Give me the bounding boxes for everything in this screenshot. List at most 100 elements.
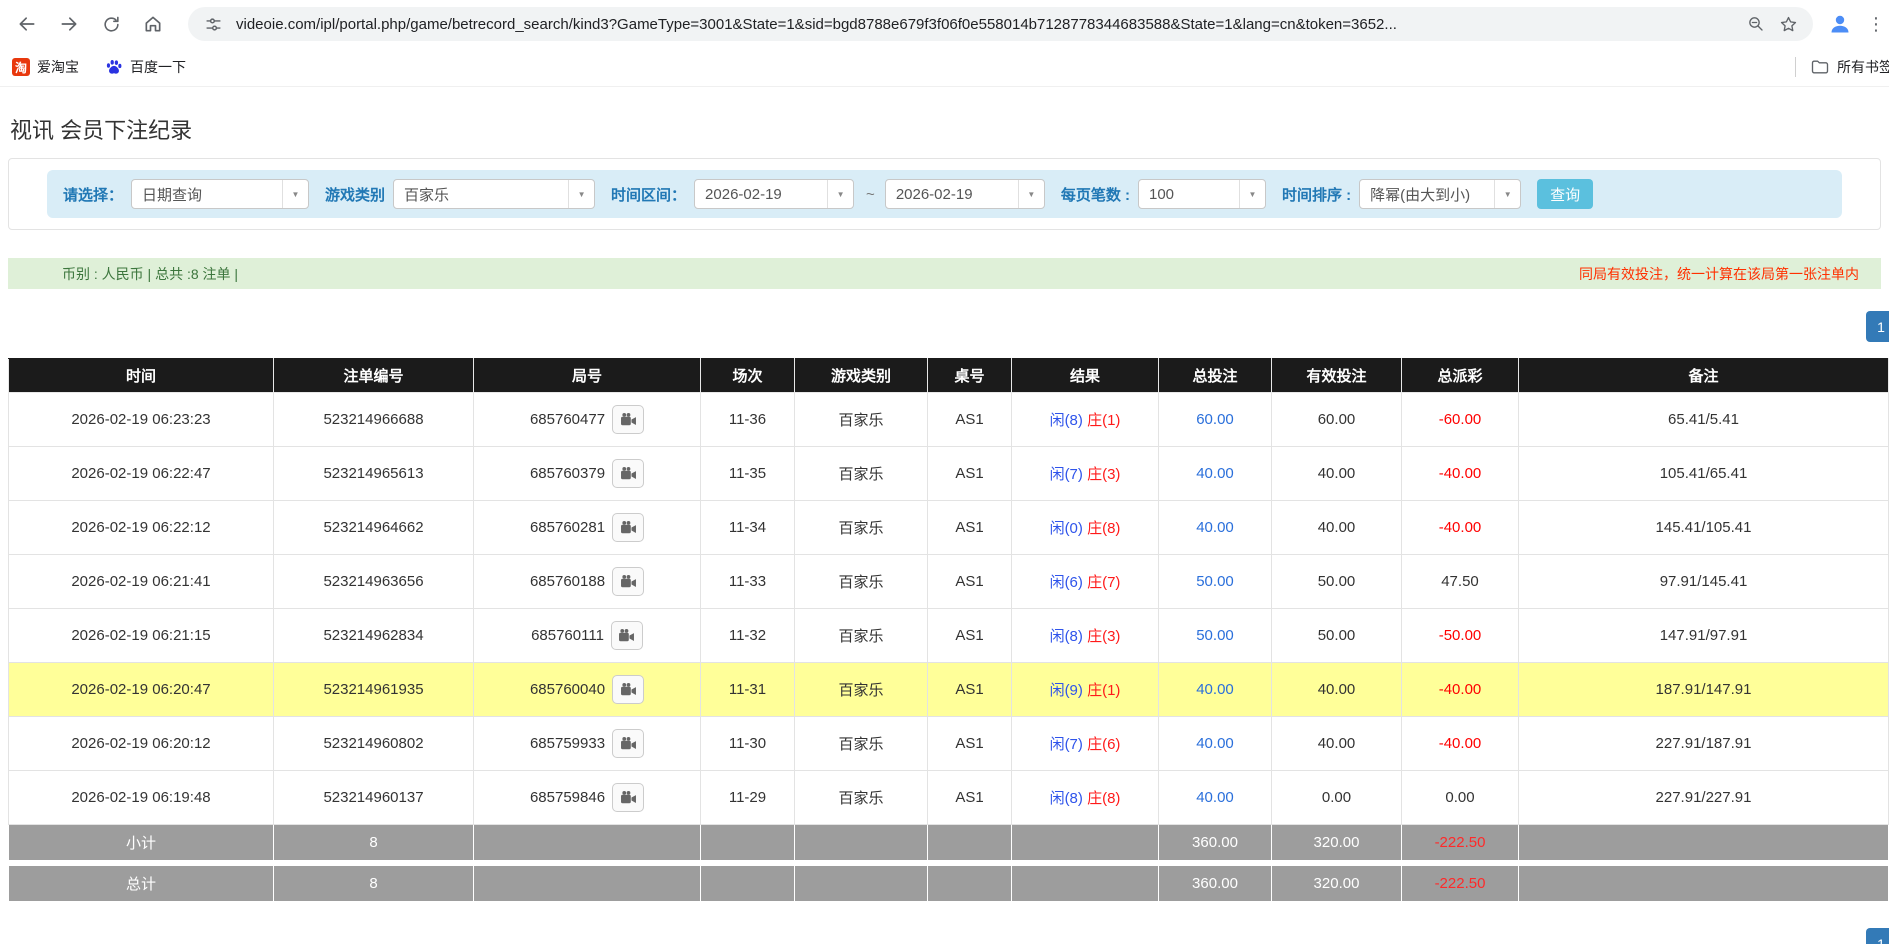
cell-bet-id: 523214962834 bbox=[274, 609, 474, 663]
cell-time: 2026-02-19 06:20:12 bbox=[9, 717, 274, 771]
date-to-input[interactable]: 2026-02-19 ▼ bbox=[885, 179, 1045, 209]
cell-bet-id: 523214961935 bbox=[274, 663, 474, 717]
cell-payout: -40.00 bbox=[1402, 501, 1519, 555]
video-replay-button[interactable] bbox=[612, 675, 644, 704]
sort-select[interactable]: 降幂(由大到小) ▼ bbox=[1359, 179, 1521, 209]
cell-time: 2026-02-19 06:20:47 bbox=[9, 663, 274, 717]
chevron-down-icon: ▼ bbox=[282, 180, 308, 208]
total-bet-link[interactable]: 40.00 bbox=[1196, 465, 1234, 482]
bookmark-label: 爱淘宝 bbox=[37, 57, 79, 77]
page-size-select[interactable]: 100 ▼ bbox=[1138, 179, 1266, 209]
total-bet-link[interactable]: 40.00 bbox=[1196, 735, 1234, 752]
url-text[interactable]: videoie.com/ipl/portal.php/game/betrecor… bbox=[236, 16, 1743, 33]
game-type-select[interactable]: 百家乐 ▼ bbox=[393, 179, 595, 209]
forward-icon[interactable] bbox=[52, 7, 86, 41]
reload-icon[interactable] bbox=[94, 7, 128, 41]
date-from-value: 2026-02-19 bbox=[695, 186, 827, 203]
column-header: 总派彩 bbox=[1402, 359, 1519, 393]
video-replay-button[interactable] bbox=[612, 783, 644, 812]
cell-valid-bet: 50.00 bbox=[1272, 609, 1402, 663]
table-row: 2026-02-19 06:20:12523214960802685759933… bbox=[9, 717, 1889, 771]
cell-result: 闲(6) 庄(7) bbox=[1012, 555, 1159, 609]
player-result: 闲(9) bbox=[1050, 682, 1083, 699]
cell-note: 227.91/187.91 bbox=[1519, 717, 1889, 771]
player-result: 闲(7) bbox=[1050, 466, 1083, 483]
video-replay-button[interactable] bbox=[612, 567, 644, 596]
chevron-down-icon: ▼ bbox=[1239, 180, 1265, 208]
cell-table-no: AS1 bbox=[928, 771, 1012, 825]
round-number: 685759846 bbox=[530, 789, 605, 806]
cell-round: 685759846 bbox=[474, 771, 701, 825]
total-bet-link[interactable]: 40.00 bbox=[1196, 681, 1234, 698]
round-number: 685759933 bbox=[530, 735, 605, 752]
cell-game-type: 百家乐 bbox=[795, 447, 928, 501]
cell-valid-bet: 40.00 bbox=[1272, 663, 1402, 717]
cell-result: 闲(7) 庄(6) bbox=[1012, 717, 1159, 771]
video-replay-button[interactable] bbox=[612, 405, 644, 434]
table-row: 2026-02-19 06:20:47523214961935 685760040… bbox=[9, 663, 1889, 717]
cell-result: 闲(8) 庄(3) bbox=[1012, 609, 1159, 663]
cell-payout: -50.00 bbox=[1402, 609, 1519, 663]
query-button[interactable]: 查询 bbox=[1537, 179, 1593, 209]
pagination-page-1-bottom[interactable]: 1 bbox=[1866, 928, 1889, 944]
query-type-select[interactable]: 日期查询 ▼ bbox=[131, 179, 309, 209]
star-icon[interactable] bbox=[1775, 11, 1801, 37]
total-bet-link[interactable]: 60.00 bbox=[1196, 411, 1234, 428]
cell-total-bet: 40.00 bbox=[1159, 717, 1272, 771]
column-header: 局号 bbox=[474, 359, 701, 393]
kebab-menu-icon[interactable]: ⋮ bbox=[1867, 14, 1885, 35]
cell-total-bet: 50.00 bbox=[1159, 609, 1272, 663]
total-total-bet: 360.00 bbox=[1159, 866, 1272, 902]
round-number: 685760111 bbox=[531, 627, 604, 644]
cell-table-no: AS1 bbox=[928, 555, 1012, 609]
zoom-out-icon[interactable] bbox=[1743, 11, 1769, 37]
table-header-row: 时间注单编号局号场次游戏类别桌号结果总投注有效投注总派彩备注 bbox=[9, 359, 1889, 393]
column-header: 游戏类别 bbox=[795, 359, 928, 393]
total-bet-link[interactable]: 40.00 bbox=[1196, 789, 1234, 806]
cell-bet-id: 523214964662 bbox=[274, 501, 474, 555]
all-bookmarks-button[interactable]: 所有书签 bbox=[1810, 57, 1889, 77]
date-from-input[interactable]: 2026-02-19 ▼ bbox=[694, 179, 854, 209]
total-bet-link[interactable]: 50.00 bbox=[1196, 573, 1234, 590]
home-icon[interactable] bbox=[136, 7, 170, 41]
bookmark-taobao[interactable]: 淘 爱淘宝 bbox=[12, 57, 79, 77]
summary-currency-count: 币别 : 人民币 | 总共 :8 注单 | bbox=[62, 264, 238, 284]
site-info-icon[interactable] bbox=[200, 11, 226, 37]
cell-time: 2026-02-19 06:21:15 bbox=[9, 609, 274, 663]
cell-round: 685760477 bbox=[474, 393, 701, 447]
pagination-page-1-top[interactable]: 1 bbox=[1866, 311, 1889, 342]
cell-valid-bet: 40.00 bbox=[1272, 501, 1402, 555]
video-replay-button[interactable] bbox=[612, 459, 644, 488]
cell-table-no: AS1 bbox=[928, 501, 1012, 555]
banker-result: 庄(7) bbox=[1087, 574, 1120, 591]
banker-result: 庄(8) bbox=[1087, 520, 1120, 537]
total-bet-link[interactable]: 50.00 bbox=[1196, 627, 1234, 644]
cell-round: 685760111 bbox=[474, 609, 701, 663]
video-replay-button[interactable] bbox=[611, 621, 643, 650]
cell-total-bet: 40.00 bbox=[1159, 771, 1272, 825]
table-row: 2026-02-19 06:23:23523214966688685760477… bbox=[9, 393, 1889, 447]
round-number: 685760040 bbox=[530, 681, 605, 698]
total-bet-link[interactable]: 40.00 bbox=[1196, 519, 1234, 536]
cell-result: 闲(0) 庄(8) bbox=[1012, 501, 1159, 555]
player-result: 闲(7) bbox=[1050, 736, 1083, 753]
video-replay-button[interactable] bbox=[612, 513, 644, 542]
bookmark-baidu[interactable]: 百度一下 bbox=[105, 57, 186, 77]
sort-label: 时间排序 : bbox=[1282, 184, 1351, 205]
url-bar[interactable]: videoie.com/ipl/portal.php/game/betrecor… bbox=[188, 7, 1813, 41]
back-icon[interactable] bbox=[10, 7, 44, 41]
column-header: 有效投注 bbox=[1272, 359, 1402, 393]
player-result: 闲(6) bbox=[1050, 574, 1083, 591]
chevron-down-icon: ▼ bbox=[1494, 180, 1520, 208]
folder-icon bbox=[1810, 57, 1830, 77]
table-row: 2026-02-19 06:21:15523214962834 685760111… bbox=[9, 609, 1889, 663]
all-bookmarks-label: 所有书签 bbox=[1837, 57, 1889, 77]
cell-session: 11-34 bbox=[701, 501, 795, 555]
cell-table-no: AS1 bbox=[928, 393, 1012, 447]
game-type-label: 游戏类别 bbox=[325, 184, 385, 205]
profile-icon[interactable] bbox=[1823, 7, 1857, 41]
video-replay-button[interactable] bbox=[612, 729, 644, 758]
cell-note: 145.41/105.41 bbox=[1519, 501, 1889, 555]
cell-session: 11-33 bbox=[701, 555, 795, 609]
cell-valid-bet: 60.00 bbox=[1272, 393, 1402, 447]
